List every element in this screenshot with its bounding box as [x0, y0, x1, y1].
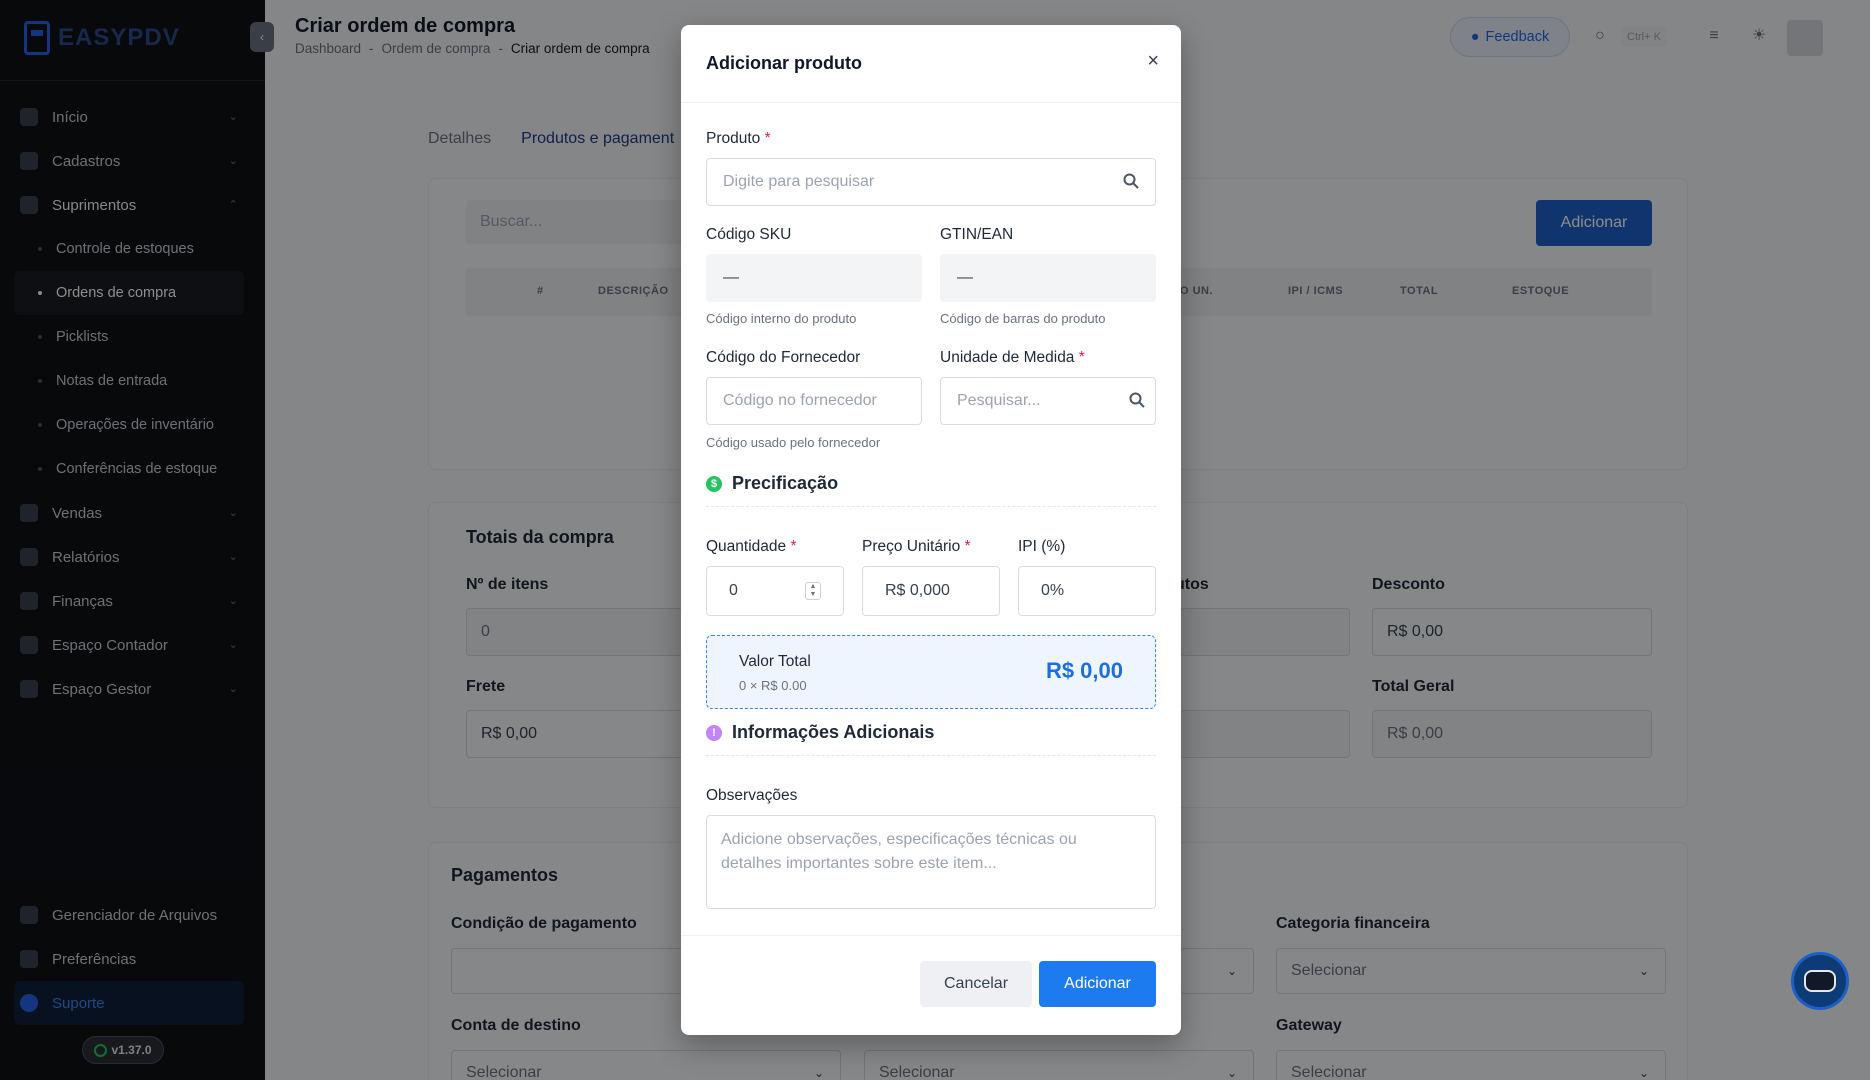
- cancel-button[interactable]: Cancelar: [920, 961, 1032, 1007]
- quantity-label: Quantidade *: [706, 538, 797, 556]
- quantity-value: 0: [729, 582, 738, 599]
- gtin-help: Código de barras do produto: [940, 311, 1106, 326]
- close-icon[interactable]: ×: [1147, 51, 1159, 71]
- stepper-arrows-icon[interactable]: ▲ ▼: [805, 582, 821, 600]
- info-icon: !: [706, 725, 722, 741]
- required-mark: *: [964, 538, 971, 555]
- required-mark: *: [1078, 349, 1085, 366]
- ipi-input[interactable]: 0%: [1018, 566, 1156, 616]
- sku-help: Código interno do produto: [706, 311, 857, 326]
- pricing-title: Precificação: [732, 473, 839, 493]
- unit-search-input[interactable]: Pesquisar...: [940, 377, 1156, 425]
- notes-textarea[interactable]: Adicione observações, especificações téc…: [706, 815, 1156, 909]
- search-icon: [1129, 392, 1145, 408]
- total-value-formula: 0 × R$ 0.00: [739, 678, 807, 693]
- robot-icon: [1804, 970, 1836, 992]
- unit-price-label: Preço Unitário *: [862, 538, 971, 556]
- gtin-label: GTIN/EAN: [940, 226, 1014, 243]
- unit-label-text: Unidade de Medida: [940, 349, 1075, 366]
- unit-label: Unidade de Medida *: [940, 349, 1085, 367]
- product-search-input[interactable]: Digite para pesquisar: [706, 158, 1156, 206]
- unit-search-placeholder: Pesquisar...: [957, 392, 1041, 409]
- dollar-icon: $: [706, 476, 722, 492]
- total-value-amount: R$ 0,00: [1045, 658, 1123, 683]
- quantity-stepper[interactable]: 0 ▲ ▼: [706, 566, 844, 616]
- product-search-placeholder: Digite para pesquisar: [723, 173, 875, 190]
- pricing-section-header: $ Precificação: [706, 473, 1156, 507]
- additional-info-title: Informações Adicionais: [732, 722, 935, 742]
- ipi-label: IPI (%): [1018, 538, 1066, 555]
- quantity-label-text: Quantidade: [706, 538, 787, 555]
- modal-footer: Cancelar Adicionar: [681, 935, 1181, 1035]
- additional-info-section-header: ! Informações Adicionais: [706, 722, 1156, 756]
- sku-label: Código SKU: [706, 226, 792, 243]
- total-value-box: Valor Total 0 × R$ 0.00 R$ 0,00: [706, 635, 1156, 709]
- required-mark: *: [790, 538, 797, 555]
- sku-field: —: [706, 254, 922, 302]
- product-label-text: Produto: [706, 130, 761, 147]
- add-product-modal: Adicionar produto × Produto * Digite par…: [681, 25, 1181, 1035]
- search-icon: [1123, 173, 1139, 189]
- modal-title: Adicionar produto: [706, 53, 862, 73]
- add-button[interactable]: Adicionar: [1039, 961, 1156, 1007]
- notes-label: Observações: [706, 787, 798, 804]
- modal-header: Adicionar produto ×: [681, 25, 1181, 103]
- unit-price-input[interactable]: R$ 0,000: [862, 566, 1000, 616]
- required-mark: *: [764, 130, 771, 147]
- supplier-code-label: Código do Fornecedor: [706, 349, 861, 366]
- unit-price-label-text: Preço Unitário: [862, 538, 961, 555]
- supplier-code-help: Código usado pelo fornecedor: [706, 435, 881, 450]
- total-value-label: Valor Total: [739, 653, 811, 670]
- supplier-code-input[interactable]: Código no fornecedor: [706, 377, 922, 425]
- assistant-bot-button[interactable]: [1791, 952, 1849, 1010]
- gtin-field: —: [940, 254, 1156, 302]
- product-label: Produto *: [706, 130, 771, 148]
